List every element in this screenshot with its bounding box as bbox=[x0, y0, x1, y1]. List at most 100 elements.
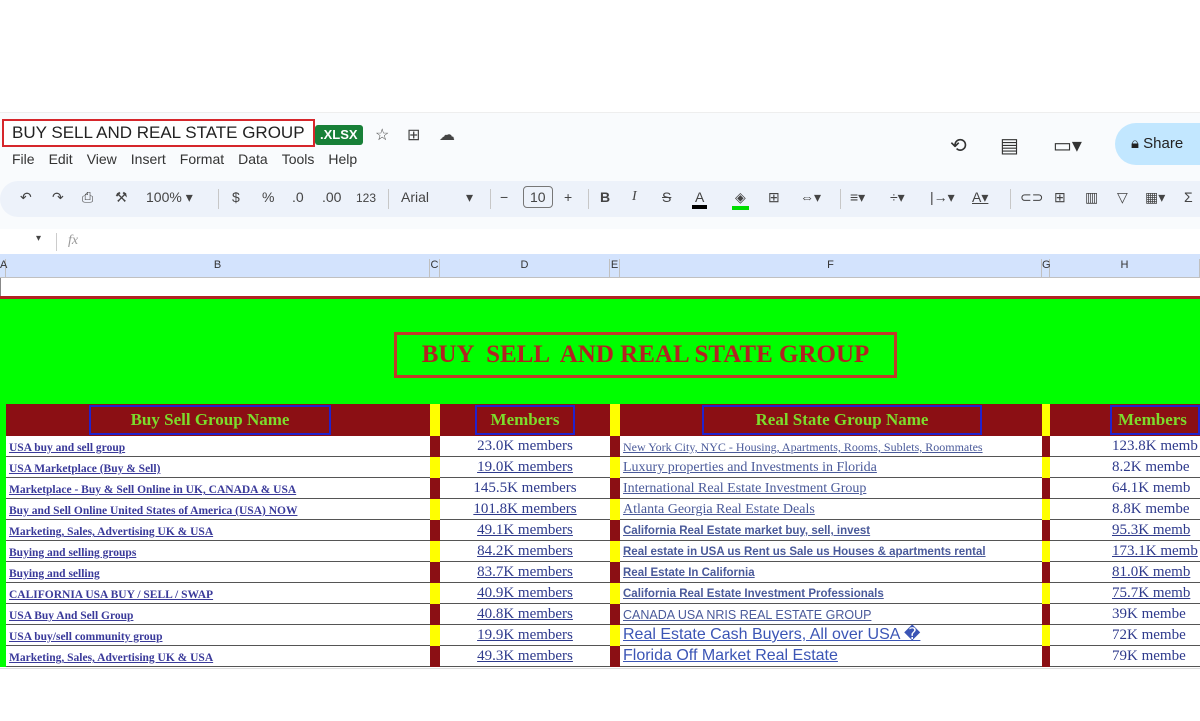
buy-sell-group-link[interactable]: Marketing, Sales, Advertising UK & USA bbox=[0, 646, 430, 667]
sheet-grid[interactable]: BUY SELL AND REAL STATE GROUP Buy Sell G… bbox=[0, 278, 1200, 668]
fill-color-icon[interactable]: ◈ bbox=[732, 189, 749, 210]
buy-sell-members[interactable]: 83.7K members bbox=[440, 562, 610, 583]
real-state-group-link[interactable]: Atlanta Georgia Real Estate Deals bbox=[620, 499, 1042, 520]
link-icon[interactable]: ⊂⊃ bbox=[1020, 189, 1043, 206]
decrease-decimal-button[interactable]: .0 bbox=[292, 189, 304, 205]
font-select[interactable]: Arial bbox=[401, 189, 429, 205]
header-cell-d[interactable]: Members bbox=[440, 404, 610, 436]
text-wrap-icon[interactable]: |→▾ bbox=[930, 189, 955, 206]
buy-sell-group-link[interactable]: Marketing, Sales, Advertising UK & USA bbox=[0, 520, 430, 541]
buy-sell-members[interactable]: 49.3K members bbox=[440, 646, 610, 667]
real-state-group-link[interactable]: Luxury properties and Investments in Flo… bbox=[620, 457, 1042, 478]
insert-comment-icon[interactable]: ⊞ bbox=[1054, 189, 1066, 206]
buy-sell-group-link[interactable]: CALIFORNIA USA BUY / SELL / SWAP bbox=[0, 583, 430, 604]
decrease-font-size-button[interactable]: − bbox=[500, 189, 508, 205]
real-state-members[interactable]: 64.1K memb bbox=[1050, 478, 1200, 499]
buy-sell-members[interactable]: 40.9K members bbox=[440, 583, 610, 604]
buy-sell-members[interactable]: 23.0K members bbox=[440, 436, 610, 457]
meet-icon[interactable]: ▭▾ bbox=[1053, 133, 1082, 158]
buy-sell-members[interactable]: 49.1K members bbox=[440, 520, 610, 541]
borders-icon[interactable]: ⊞ bbox=[768, 189, 780, 206]
share-button[interactable]: 🔒︎ Share bbox=[1115, 123, 1200, 165]
column-header-h[interactable]: H bbox=[1050, 259, 1200, 278]
font-size-input[interactable]: 10 bbox=[523, 186, 553, 208]
real-state-members[interactable]: 39K membe bbox=[1050, 604, 1200, 625]
zoom-select[interactable]: 100% ▾ bbox=[146, 189, 193, 206]
cloud-status-icon[interactable]: ☁ bbox=[439, 125, 455, 145]
number-format-button[interactable]: 123 bbox=[356, 191, 376, 205]
real-state-members[interactable]: 81.0K memb bbox=[1050, 562, 1200, 583]
real-state-group-link[interactable]: California Real Estate market buy, sell,… bbox=[620, 520, 1042, 541]
vertical-align-icon[interactable]: ÷▾ bbox=[890, 189, 905, 206]
document-title[interactable]: BUY SELL AND REAL STATE GROUP bbox=[2, 119, 315, 147]
buy-sell-members[interactable]: 84.2K members bbox=[440, 541, 610, 562]
real-state-members[interactable]: 95.3K memb bbox=[1050, 520, 1200, 541]
paint-format-icon[interactable]: ⚒ bbox=[115, 189, 128, 206]
real-state-members[interactable]: 72K membe bbox=[1050, 625, 1200, 646]
column-header-e[interactable]: E bbox=[610, 259, 620, 278]
real-state-group-link[interactable]: Florida Off Market Real Estate bbox=[620, 646, 1042, 667]
insert-chart-icon[interactable]: ▥ bbox=[1085, 189, 1098, 206]
header-cell-b[interactable]: Buy Sell Group Name bbox=[0, 404, 430, 436]
menu-format[interactable]: Format bbox=[180, 151, 224, 167]
buy-sell-members[interactable]: 145.5K members bbox=[440, 478, 610, 499]
buy-sell-group-link[interactable]: Buying and selling groups bbox=[0, 541, 430, 562]
menu-insert[interactable]: Insert bbox=[131, 151, 166, 167]
menu-edit[interactable]: Edit bbox=[49, 151, 73, 167]
column-header-f[interactable]: F bbox=[620, 259, 1042, 278]
comments-icon[interactable]: ▤ bbox=[1000, 133, 1019, 158]
increase-font-size-button[interactable]: + bbox=[564, 189, 572, 205]
buy-sell-group-link[interactable]: USA Buy And Sell Group bbox=[0, 604, 430, 625]
real-state-group-link[interactable]: New York City, NYC - Housing, Apartments… bbox=[620, 436, 1042, 457]
real-state-members[interactable]: 8.8K membe bbox=[1050, 499, 1200, 520]
real-state-group-link[interactable]: Real Estate In California bbox=[620, 562, 1042, 583]
currency-button[interactable]: $ bbox=[232, 189, 240, 205]
strikethrough-button[interactable]: S bbox=[662, 189, 671, 205]
column-header-c[interactable]: C bbox=[430, 259, 440, 278]
move-folder-icon[interactable]: ⊞ bbox=[407, 125, 420, 145]
menu-file[interactable]: File bbox=[12, 151, 35, 167]
bold-button[interactable]: B bbox=[600, 189, 610, 205]
buy-sell-members[interactable]: 101.8K members bbox=[440, 499, 610, 520]
percent-button[interactable]: % bbox=[262, 189, 274, 205]
print-icon[interactable]: ⎙ bbox=[82, 189, 93, 206]
menu-tools[interactable]: Tools bbox=[282, 151, 315, 167]
real-state-members[interactable]: 79K membe bbox=[1050, 646, 1200, 667]
italic-button[interactable]: I bbox=[632, 189, 637, 205]
functions-icon[interactable]: Σ bbox=[1184, 189, 1193, 205]
filter-icon[interactable]: ▽ bbox=[1117, 189, 1128, 206]
column-header-d[interactable]: D bbox=[440, 259, 610, 278]
buy-sell-members[interactable]: 19.9K members bbox=[440, 625, 610, 646]
buy-sell-group-link[interactable]: USA Marketplace (Buy & Sell) bbox=[0, 457, 430, 478]
menu-view[interactable]: View bbox=[87, 151, 117, 167]
name-box-dropdown[interactable]: ▾ bbox=[36, 233, 41, 244]
menu-help[interactable]: Help bbox=[328, 151, 357, 167]
chevron-down-icon[interactable]: ▾ bbox=[466, 189, 473, 206]
real-state-members[interactable]: 173.1K memb bbox=[1050, 541, 1200, 562]
buy-sell-members[interactable]: 40.8K members bbox=[440, 604, 610, 625]
buy-sell-group-link[interactable]: Buying and selling bbox=[0, 562, 430, 583]
text-color-button[interactable]: A bbox=[692, 189, 708, 209]
buy-sell-members[interactable]: 19.0K members bbox=[440, 457, 610, 478]
buy-sell-group-link[interactable]: Buy and Sell Online United States of Ame… bbox=[0, 499, 430, 520]
text-rotation-icon[interactable]: A▾ bbox=[972, 189, 988, 206]
star-icon[interactable]: ☆ bbox=[375, 125, 389, 145]
increase-decimal-button[interactable]: .00 bbox=[322, 189, 341, 205]
menu-data[interactable]: Data bbox=[238, 151, 268, 167]
filter-views-icon[interactable]: ▦▾ bbox=[1145, 189, 1165, 206]
header-cell-f[interactable]: Real State Group Name bbox=[620, 404, 1042, 436]
real-state-group-link[interactable]: Real Estate Cash Buyers, All over USA � bbox=[620, 625, 1042, 646]
merge-cells-icon[interactable]: ⇔▾ bbox=[800, 189, 821, 206]
real-state-members[interactable]: 8.2K membe bbox=[1050, 457, 1200, 478]
horizontal-align-icon[interactable]: ≡▾ bbox=[850, 189, 865, 206]
undo-icon[interactable]: ↶ bbox=[20, 189, 32, 206]
buy-sell-group-link[interactable]: USA buy and sell group bbox=[0, 436, 430, 457]
buy-sell-group-link[interactable]: Marketplace - Buy & Sell Online in UK, C… bbox=[0, 478, 430, 499]
buy-sell-group-link[interactable]: USA buy/sell community group bbox=[0, 625, 430, 646]
real-state-group-link[interactable]: California Real Estate Investment Profes… bbox=[620, 583, 1042, 604]
real-state-group-link[interactable]: International Real Estate Investment Gro… bbox=[620, 478, 1042, 499]
real-state-members[interactable]: 123.8K memb bbox=[1050, 436, 1200, 457]
real-state-members[interactable]: 75.7K memb bbox=[1050, 583, 1200, 604]
column-header-b[interactable]: B bbox=[6, 259, 430, 278]
real-state-group-link[interactable]: Real estate in USA us Rent us Sale us Ho… bbox=[620, 541, 1042, 562]
